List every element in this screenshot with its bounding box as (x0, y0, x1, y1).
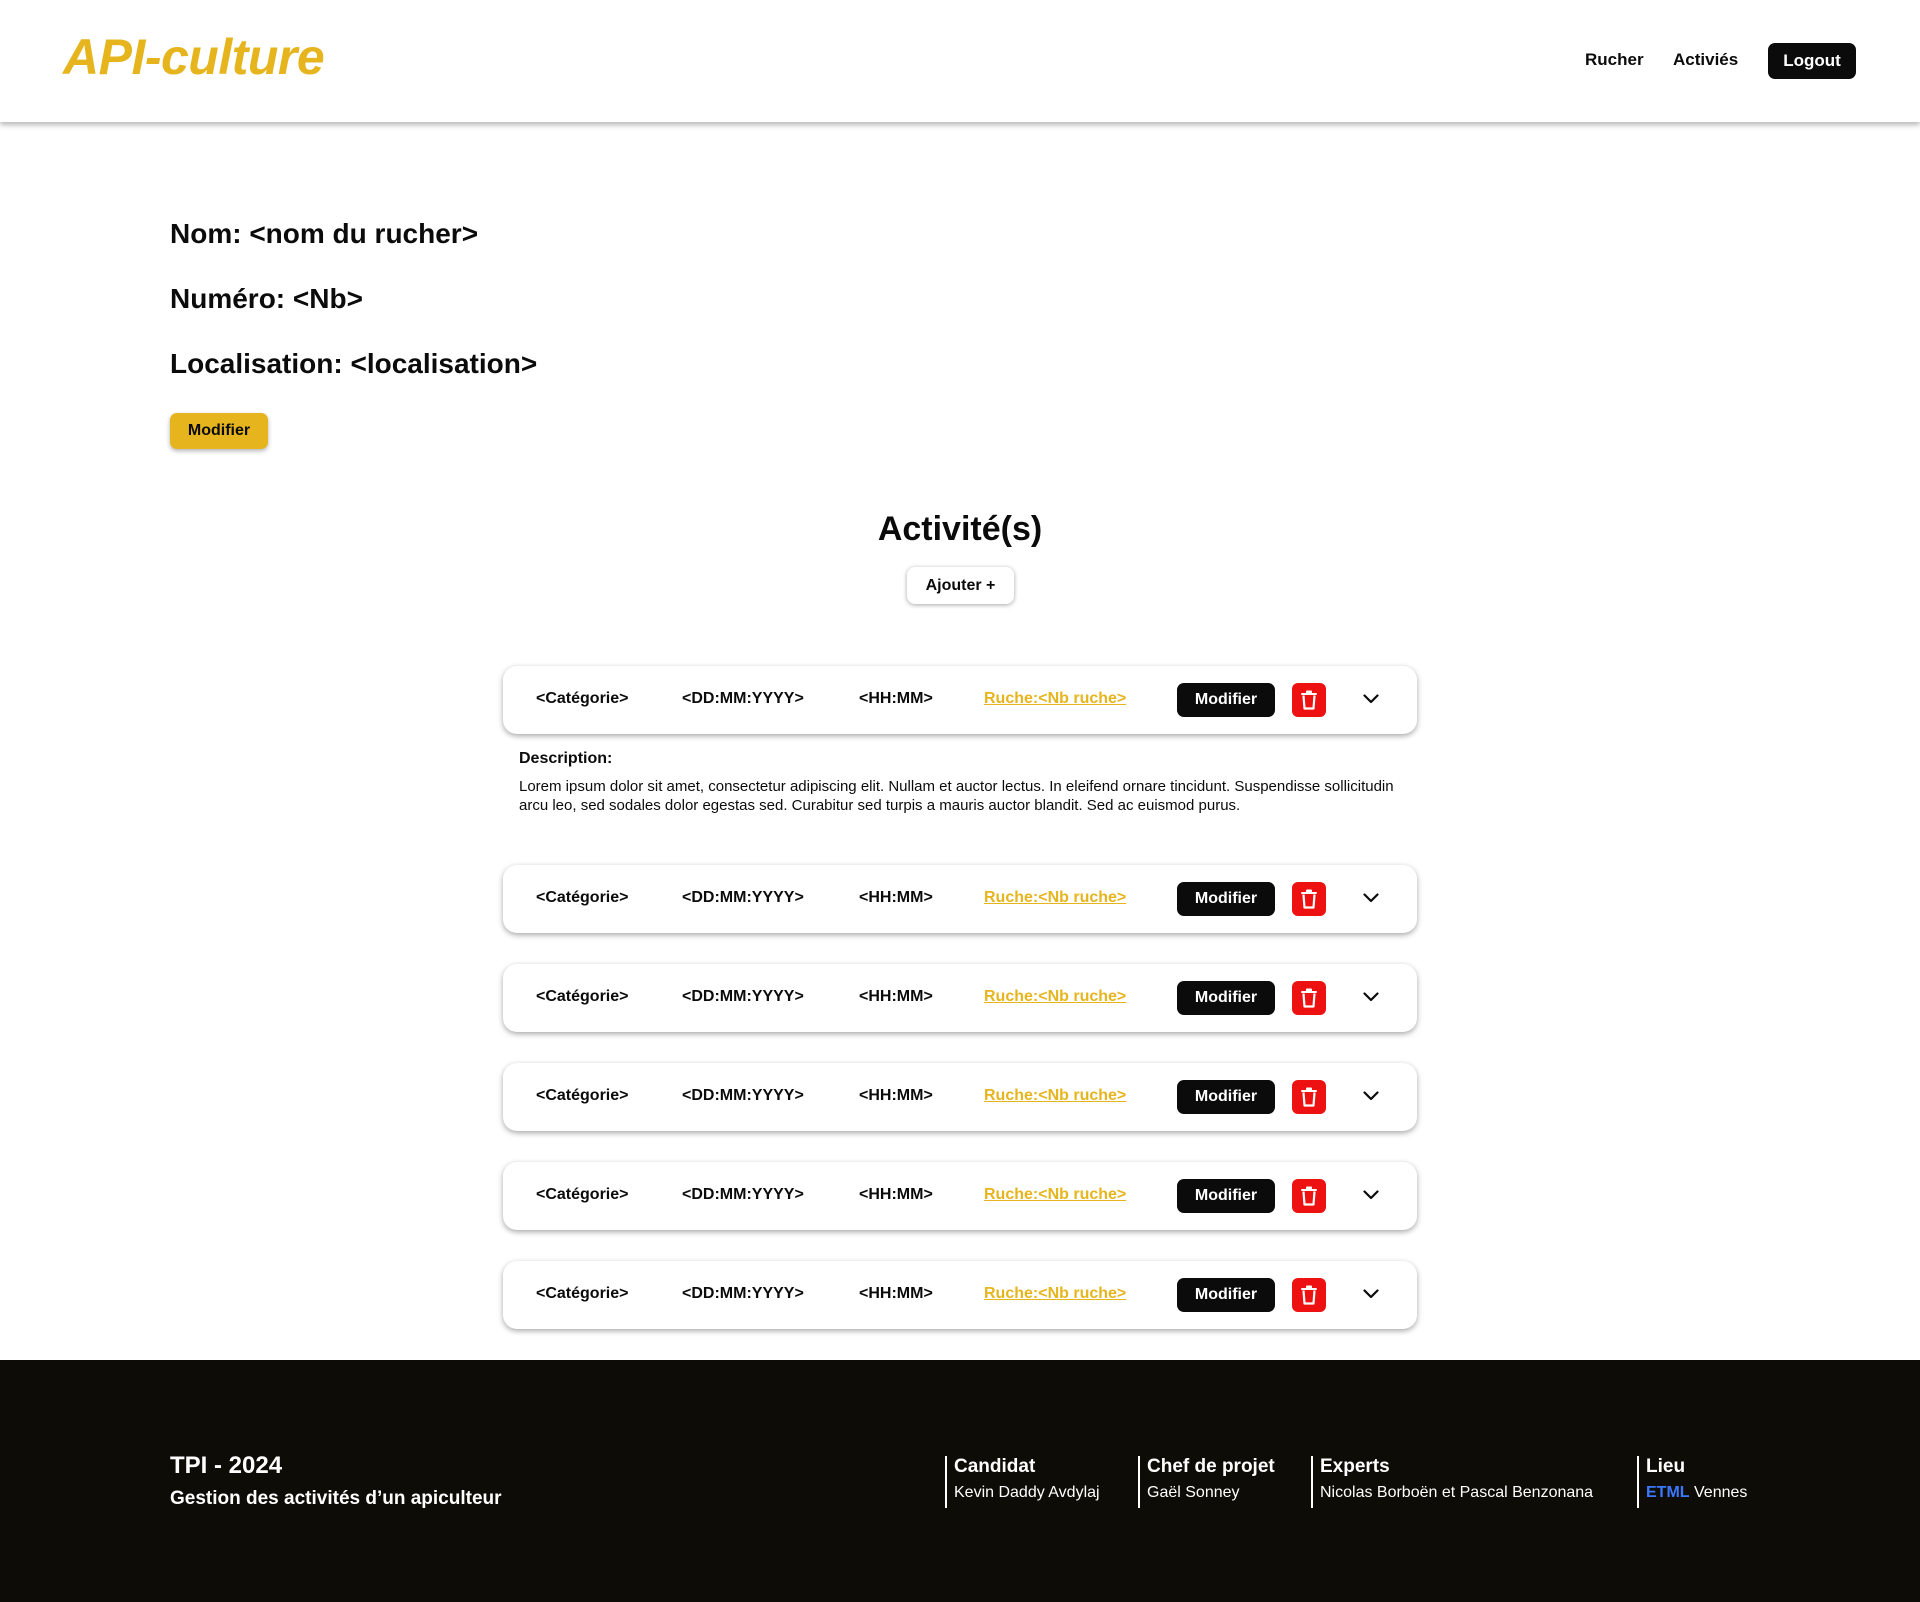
footer-candidat-value: Kevin Daddy Avdylaj (954, 1484, 1100, 1501)
apiary-number: Numéro: <Nb> (170, 283, 363, 314)
activities-title: Activité(s) (877, 510, 1043, 548)
footer-experts: Experts Nicolas Borboën et Pascal Benzon… (1311, 1456, 1593, 1508)
activity-row: <Catégorie> <DD:MM:YYYY> <HH:MM> Ruche:<Nb … (503, 666, 1417, 734)
apiary-name: Nom: <nom du rucher> (170, 218, 479, 249)
activity-row: <Catégorie> <DD:MM:YYYY> <HH:MM> Ruche:<Nb … (503, 1261, 1417, 1329)
chevron-down-icon (1363, 992, 1379, 1002)
footer-title: TPI - 2024 (170, 1452, 283, 1479)
activity-category: <Catégorie> (536, 1087, 629, 1104)
activity-hive-link[interactable]: Ruche:<Nb ruche> (984, 1186, 1126, 1204)
footer-chef: Chef de projet Gaël Sonney (1138, 1456, 1275, 1508)
nav-rucher[interactable]: Rucher (1585, 50, 1644, 70)
footer-subtitle: Gestion des activités d’un apiculteur (170, 1488, 502, 1509)
modify-activity-button[interactable]: Modifier (1177, 1179, 1275, 1213)
activity-time: <HH:MM> (859, 1087, 933, 1104)
activity-category: <Catégorie> (536, 988, 629, 1005)
etml-link[interactable]: ETML (1646, 1484, 1690, 1501)
activity-date: <DD:MM:YYYY> (682, 889, 804, 906)
activity-category: <Catégorie> (536, 1285, 629, 1302)
logout-button[interactable]: Logout (1768, 43, 1856, 79)
chevron-down-icon (1363, 893, 1379, 903)
trash-icon (1300, 988, 1318, 1008)
activity-hive-link[interactable]: Ruche:<Nb ruche> (984, 690, 1126, 708)
activity-date: <DD:MM:YYYY> (682, 988, 804, 1005)
activity-time: <HH:MM> (859, 690, 933, 707)
trash-icon (1300, 1285, 1318, 1305)
modify-apiary-button[interactable]: Modifier (170, 413, 268, 449)
description-label: Description: (519, 750, 613, 767)
delete-activity-button[interactable] (1292, 1080, 1326, 1114)
chevron-down-icon (1363, 694, 1379, 704)
activity-category: <Catégorie> (536, 889, 629, 906)
trash-icon (1300, 1087, 1318, 1107)
footer-candidat-label: Candidat (954, 1456, 1036, 1477)
activity-category: <Catégorie> (536, 690, 629, 707)
footer-lieu-label: Lieu (1646, 1456, 1686, 1477)
site-header: API-culture Rucher Activiés Logout (0, 0, 1920, 122)
footer-experts-value: Nicolas Borboën et Pascal Benzonana (1320, 1484, 1594, 1501)
activity-time: <HH:MM> (859, 889, 933, 906)
delete-activity-button[interactable] (1292, 683, 1326, 717)
expand-activity-button[interactable] (1362, 1186, 1380, 1204)
modify-activity-button[interactable]: Modifier (1177, 882, 1275, 916)
chevron-down-icon (1363, 1289, 1379, 1299)
activity-hive-link[interactable]: Ruche:<Nb ruche> (984, 889, 1126, 907)
trash-icon (1300, 690, 1318, 710)
modify-activity-button[interactable]: Modifier (1177, 683, 1275, 717)
footer-experts-label: Experts (1320, 1456, 1390, 1477)
footer-lieu: Lieu ETML Vennes (1637, 1456, 1747, 1508)
activity-hive-link[interactable]: Ruche:<Nb ruche> (984, 1087, 1126, 1105)
add-activity-button[interactable]: Ajouter + (907, 567, 1014, 604)
trash-icon (1300, 889, 1318, 909)
modify-activity-button[interactable]: Modifier (1177, 981, 1275, 1015)
expand-activity-button[interactable] (1362, 889, 1380, 907)
expand-activity-button[interactable] (1362, 1087, 1380, 1105)
logo[interactable]: API-culture (63, 28, 325, 86)
site-footer: TPI - 2024 Gestion des activités d’un ap… (0, 1360, 1920, 1602)
trash-icon (1300, 1186, 1318, 1206)
footer-lieu-value: ETML Vennes (1646, 1484, 1747, 1502)
footer-chef-value: Gaël Sonney (1147, 1484, 1240, 1501)
activity-date: <DD:MM:YYYY> (682, 1285, 804, 1302)
activity-category: <Catégorie> (536, 1186, 629, 1203)
activity-time: <HH:MM> (859, 1285, 933, 1302)
footer-chef-label: Chef de projet (1147, 1456, 1275, 1477)
chevron-down-icon (1363, 1091, 1379, 1101)
nav-activites[interactable]: Activiés (1673, 50, 1738, 70)
footer-candidat: Candidat Kevin Daddy Avdylaj (945, 1456, 1100, 1508)
activity-row: <Catégorie> <DD:MM:YYYY> <HH:MM> Ruche:<Nb … (503, 1063, 1417, 1131)
delete-activity-button[interactable] (1292, 1278, 1326, 1312)
activity-time: <HH:MM> (859, 988, 933, 1005)
activity-row: <Catégorie> <DD:MM:YYYY> <HH:MM> Ruche:<Nb … (503, 865, 1417, 933)
activity-time: <HH:MM> (859, 1186, 933, 1203)
delete-activity-button[interactable] (1292, 1179, 1326, 1213)
activity-date: <DD:MM:YYYY> (682, 1186, 804, 1203)
activity-date: <DD:MM:YYYY> (682, 1087, 804, 1104)
description-text: Lorem ipsum dolor sit amet, consectetur … (519, 778, 1394, 814)
chevron-down-icon (1363, 1190, 1379, 1200)
apiary-location: Localisation: <localisation> (170, 348, 538, 379)
delete-activity-button[interactable] (1292, 981, 1326, 1015)
modify-activity-button[interactable]: Modifier (1177, 1278, 1275, 1312)
activity-hive-link[interactable]: Ruche:<Nb ruche> (984, 988, 1126, 1006)
activity-hive-link[interactable]: Ruche:<Nb ruche> (984, 1285, 1126, 1303)
footer-lieu-city: Vennes (1694, 1484, 1748, 1501)
activity-row: <Catégorie> <DD:MM:YYYY> <HH:MM> Ruche:<Nb … (503, 964, 1417, 1032)
expand-activity-button[interactable] (1362, 988, 1380, 1006)
activity-date: <DD:MM:YYYY> (682, 690, 804, 707)
modify-activity-button[interactable]: Modifier (1177, 1080, 1275, 1114)
delete-activity-button[interactable] (1292, 882, 1326, 916)
expand-activity-button[interactable] (1362, 1285, 1380, 1303)
activity-row: <Catégorie> <DD:MM:YYYY> <HH:MM> Ruche:<Nb … (503, 1162, 1417, 1230)
expand-activity-button[interactable] (1362, 690, 1380, 708)
